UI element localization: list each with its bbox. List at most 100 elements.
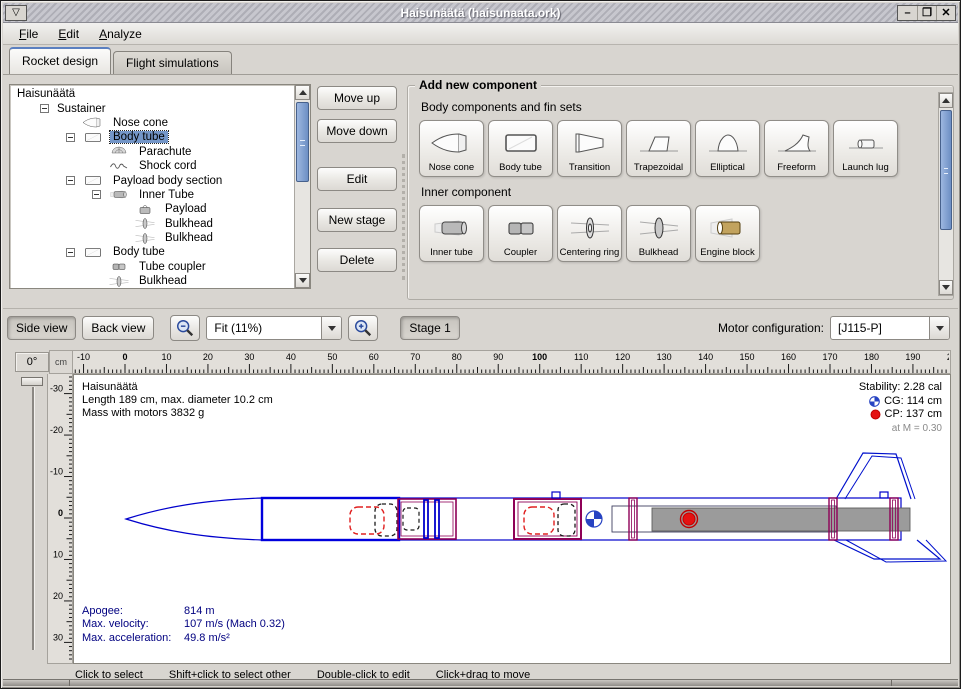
tree-row-bulkhead[interactable]: Bulkhead (10, 274, 294, 288)
centering-ring-shape[interactable] (629, 498, 637, 540)
window-resize-bar[interactable] (3, 679, 958, 686)
motor-configuration-select[interactable]: [J115-P] (830, 316, 950, 340)
fin-bottom-shape[interactable] (834, 540, 940, 559)
tree-row-bulkhead[interactable]: Bulkhead (10, 231, 294, 245)
tree-label: Body tube (110, 131, 168, 143)
fin-top-shape[interactable] (836, 453, 911, 499)
move-up-button[interactable]: Move up (317, 86, 397, 110)
tree-row-shock-cord[interactable]: Shock cord (10, 159, 294, 173)
stage-1-toggle[interactable]: Stage 1 (400, 316, 459, 340)
tree-row-body-tube[interactable]: Body tube (10, 130, 294, 144)
payload-shape[interactable] (403, 508, 419, 530)
nosecone-icon (421, 124, 482, 163)
tree-label: Sustainer (54, 103, 109, 115)
close-button[interactable]: ✕ (936, 6, 955, 20)
tab-rocket-design[interactable]: Rocket design (9, 47, 111, 74)
launch-lug-shape[interactable] (552, 492, 560, 498)
arrow-down-icon (299, 278, 307, 283)
delete-button[interactable]: Delete (317, 248, 397, 272)
tree-expander[interactable] (66, 133, 75, 142)
add-panel-scrollbar[interactable] (938, 92, 954, 296)
menu-item-edit[interactable]: Edit (50, 25, 87, 43)
tree-row-payload[interactable]: Payload (10, 202, 294, 216)
parachute-shape[interactable] (350, 507, 384, 534)
add-inner-tube-button[interactable]: Inner tube (419, 205, 484, 262)
add-body-tube-button[interactable]: Body tube (488, 120, 553, 177)
add-nose-cone-button[interactable]: Nose cone (419, 120, 484, 177)
motor-configuration-label: Motor configuration: (718, 321, 824, 335)
add-coupler-button[interactable]: Coupler (488, 205, 553, 262)
tree-row-nose-cone[interactable]: Nose cone (10, 116, 294, 130)
nosecone-icon (80, 116, 106, 129)
rotation-slider-handle[interactable] (21, 377, 43, 386)
new-stage-button[interactable]: New stage (317, 208, 397, 232)
launchlug-icon (835, 124, 896, 163)
tree-row-parachute[interactable]: Parachute (10, 145, 294, 159)
engineblock-icon (697, 209, 758, 248)
zoom-out-button[interactable] (170, 315, 200, 341)
add-launch-lug-button[interactable]: Launch lug (833, 120, 898, 177)
zoom-select[interactable]: Fit (11%) (206, 316, 342, 340)
tree-row-haisun-t[interactable]: Haisunäätä (10, 87, 294, 101)
tree-row-inner-tube[interactable]: Inner Tube (10, 188, 294, 202)
add-engine-block-button[interactable]: Engine block (695, 205, 760, 262)
rocket-view-panel: Side view Back view Fit (11%) Stage 1 Mo… (3, 308, 958, 686)
add-transition-button[interactable]: Transition (557, 120, 622, 177)
side-view-button[interactable]: Side view (7, 316, 76, 340)
tree-scrollbar[interactable] (294, 85, 310, 288)
component-tree[interactable]: HaisunäätäSustainerNose coneBody tubePar… (10, 85, 294, 288)
combo-arrow-button[interactable] (929, 317, 949, 339)
add-panel-scroll-track[interactable] (939, 108, 953, 280)
zoom-in-button[interactable] (348, 315, 378, 341)
tree-expander[interactable] (66, 176, 75, 185)
scroll-up-button[interactable] (295, 85, 310, 100)
parachute-2-shape[interactable] (524, 507, 554, 534)
edit-button[interactable]: Edit (317, 167, 397, 191)
bulkhead-shape[interactable] (424, 500, 428, 538)
scroll-up-button[interactable] (939, 93, 953, 108)
rocket-canvas[interactable]: HaisunäätäLength 189 cm, max. diameter 1… (73, 374, 951, 664)
tree-row-sustainer[interactable]: Sustainer (10, 101, 294, 115)
combo-arrow-button[interactable] (321, 317, 341, 339)
tree-row-payload-body-section[interactable]: Payload body section (10, 173, 294, 187)
scroll-down-button[interactable] (295, 273, 310, 288)
menu-item-analyze[interactable]: Analyze (91, 25, 150, 43)
tree-row-body-tube[interactable]: Body tube (10, 245, 294, 259)
rotation-slider[interactable] (15, 377, 49, 656)
tree-scroll-thumb[interactable] (296, 102, 309, 182)
shock-cord-shape[interactable] (375, 504, 397, 536)
tree-row-tube-coupler[interactable]: Tube coupler (10, 260, 294, 274)
tree-row-bulkhead[interactable]: Bulkhead (10, 217, 294, 231)
tree-scroll-track[interactable] (295, 100, 310, 273)
tree-expander[interactable] (92, 190, 101, 199)
payload-body-section-shape[interactable] (399, 498, 581, 540)
title-bar[interactable]: ▽ Haisunäätä (haisunaata.ork) – ❐ ✕ (3, 3, 958, 23)
shock-cord-2-shape[interactable] (558, 504, 575, 536)
move-down-button[interactable]: Move down (317, 119, 397, 143)
mach-note: at M = 0.30 (859, 422, 942, 436)
add-elliptical-button[interactable]: Elliptical (695, 120, 760, 177)
svg-text:-20: -20 (50, 425, 63, 435)
add-panel-scroll-thumb[interactable] (940, 110, 952, 230)
flight-label: Max. acceleration: (82, 632, 184, 646)
maximize-button[interactable]: ❐ (917, 6, 936, 20)
window-menu-button[interactable]: ▽ (5, 5, 27, 21)
add-freeform-button[interactable]: Freeform (764, 120, 829, 177)
nose-cone-shape[interactable] (126, 498, 262, 540)
add-bulkhead-button[interactable]: Bulkhead (626, 205, 691, 262)
minimize-button[interactable]: – (898, 6, 917, 20)
flight-value: 107 m/s (Mach 0.32) (184, 618, 285, 632)
tree-expander[interactable] (66, 248, 75, 257)
zoom-select-value: Fit (11%) (207, 317, 321, 339)
tree-label: Payload body section (110, 175, 225, 187)
back-view-button[interactable]: Back view (82, 316, 154, 340)
bulkhead-shape[interactable] (435, 500, 439, 538)
launch-lug-2-shape[interactable] (880, 492, 888, 498)
tree-expander[interactable] (40, 104, 49, 113)
add-centering-ring-button[interactable]: Centering ring (557, 205, 622, 262)
tab-flight-simulations[interactable]: Flight simulations (113, 51, 232, 74)
inner-tube-shape[interactable] (398, 499, 456, 539)
scroll-down-button[interactable] (939, 280, 953, 295)
add-trapezoidal-button[interactable]: Trapezoidal (626, 120, 691, 177)
menu-item-file[interactable]: File (11, 25, 46, 43)
